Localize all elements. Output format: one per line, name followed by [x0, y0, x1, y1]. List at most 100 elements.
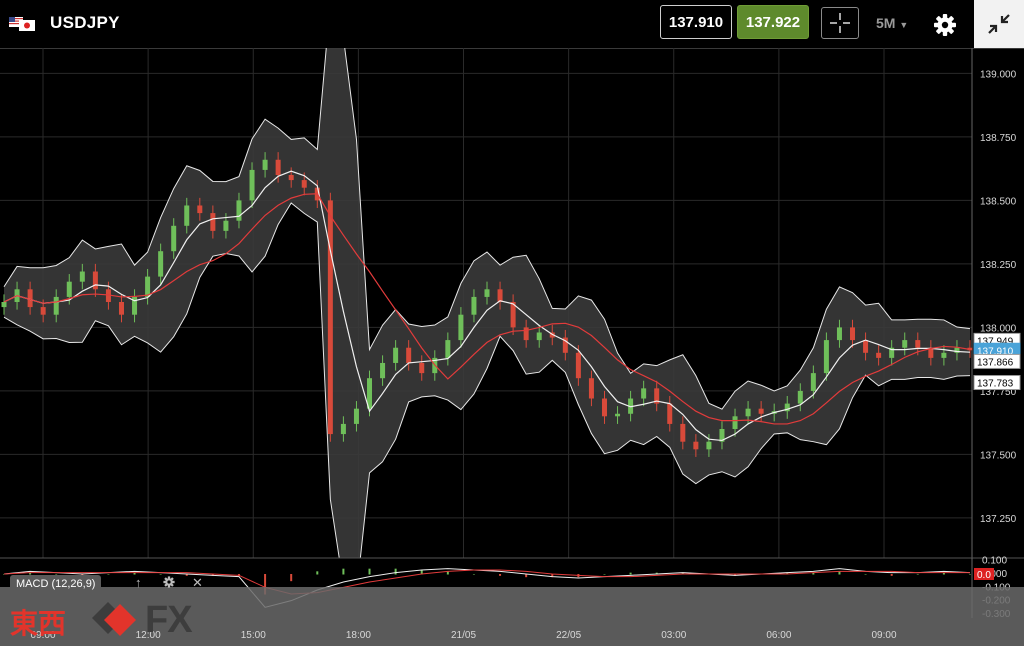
y-tick-label: 137.250 [980, 514, 1017, 525]
y-tick-label: 138.000 [980, 323, 1017, 334]
x-tick-label: 22/05 [556, 630, 581, 641]
candle-body [850, 327, 856, 341]
candle-body [1, 302, 7, 308]
timeframe-label: 5M [876, 15, 896, 31]
gear-icon [934, 14, 956, 36]
candle-body [40, 307, 46, 315]
candle-body [419, 362, 425, 374]
candle-body [27, 289, 33, 308]
candle-body [327, 200, 333, 435]
candle-body [393, 347, 399, 363]
candle-body [836, 327, 842, 341]
macd-histogram-bar [603, 574, 606, 575]
candle-body [197, 205, 203, 214]
logo-diamond-icon [92, 602, 136, 636]
bollinger-bands [3, 48, 971, 596]
price-tag-label: 137.866 [977, 357, 1014, 368]
crosshair-button[interactable] [821, 7, 859, 39]
candle-body [471, 296, 477, 315]
logo-kanji: 東西 [10, 608, 67, 639]
settings-button[interactable] [930, 10, 960, 40]
gear-icon [163, 576, 175, 588]
candle-body [66, 281, 72, 297]
candle-body [497, 289, 503, 302]
y-tick-label: 138.750 [980, 133, 1017, 144]
y-tick-label: 138.250 [980, 260, 1017, 271]
candle-body [758, 408, 764, 414]
candle-body [158, 251, 164, 277]
candle-body [732, 416, 738, 429]
candle-body [92, 271, 98, 290]
candle-body [184, 205, 190, 226]
candle-body [680, 423, 686, 442]
candle-body [249, 169, 255, 201]
macd-remove-button[interactable]: ✕ [192, 575, 203, 591]
candle-body [588, 378, 594, 399]
top-toolbar: USDJPY 137.910 137.922 5M ▼ [0, 0, 1024, 49]
candle-body [301, 180, 307, 188]
chevron-down-icon: ▼ [899, 20, 909, 30]
candle-body [79, 271, 85, 282]
candle-body [484, 289, 490, 297]
candle-body [340, 423, 346, 435]
candle-body [810, 373, 816, 391]
collapse-button[interactable] [974, 0, 1024, 48]
macd-histogram-bar [107, 574, 110, 575]
ask-price: 137.922 [745, 13, 801, 31]
candle-body [236, 200, 242, 221]
candle-body [223, 220, 229, 231]
candle-body [210, 213, 216, 231]
candle-body [693, 441, 699, 450]
logo-fx: FX [145, 599, 193, 641]
macd-y-tick-label: 0.100 [982, 556, 1007, 567]
candle-body [706, 441, 712, 450]
macd-histogram-bar [864, 574, 867, 575]
sell-price-button[interactable]: 137.910 [660, 5, 732, 39]
candle-body [615, 413, 621, 417]
band-fill [4, 48, 970, 595]
candle-body [575, 352, 581, 379]
macd-settings-button[interactable] [162, 575, 176, 590]
macd-histogram-bar [316, 571, 319, 575]
x-tick-label: 09:00 [871, 630, 896, 641]
candle-body [601, 398, 607, 417]
candle-body [536, 332, 542, 341]
y-tick-label: 139.000 [980, 69, 1017, 80]
candle-body [275, 159, 281, 175]
x-tick-label: 06:00 [766, 630, 791, 641]
macd-move-up-button[interactable]: ↑ [135, 575, 142, 590]
candle-body [523, 327, 529, 341]
candle-body [262, 159, 268, 170]
macd-histogram-bar [916, 574, 919, 575]
y-tick-label: 138.500 [980, 196, 1017, 207]
buy-price-button[interactable]: 137.922 [737, 5, 809, 39]
y-tick-label: 137.500 [980, 450, 1017, 461]
price-tags: 137.949137.910137.866137.783 [973, 332, 1021, 391]
macd-value-tag: 0.0 [977, 570, 991, 581]
macd-histogram-bar [290, 574, 293, 582]
macd-histogram-bar [368, 568, 371, 575]
us-jp-flag-icon [9, 17, 35, 31]
price-tag-label: 137.783 [977, 379, 1014, 390]
candle-body [902, 340, 908, 348]
macd-histogram-bar [342, 568, 345, 575]
candle-body [667, 403, 673, 424]
macd-histogram-bar [629, 572, 632, 575]
timeframe-dropdown[interactable]: 5M ▼ [876, 15, 908, 31]
candle-body [445, 340, 451, 358]
candle-body [288, 175, 294, 181]
x-tick-label: 15:00 [241, 630, 266, 641]
x-tick-label: 18:00 [346, 630, 371, 641]
macd-histogram-bar [394, 568, 397, 575]
price-chart[interactable]: 139.000 138.750 138.500 138.250 138.000 137.7… [0, 48, 1024, 646]
candle-body [458, 314, 464, 341]
x-tick-label: 03:00 [661, 630, 686, 641]
candle-body [797, 390, 803, 404]
candle-body [353, 408, 359, 424]
candle-body [876, 352, 882, 358]
symbol-title: USDJPY [50, 13, 120, 32]
candle-body [118, 302, 124, 315]
macd-indicator-label[interactable]: MACD (12,26,9) [10, 575, 102, 593]
price-axis: 139.000 138.750 138.500 138.250 138.000 137.7… [980, 69, 1017, 525]
candle-body [53, 296, 59, 315]
